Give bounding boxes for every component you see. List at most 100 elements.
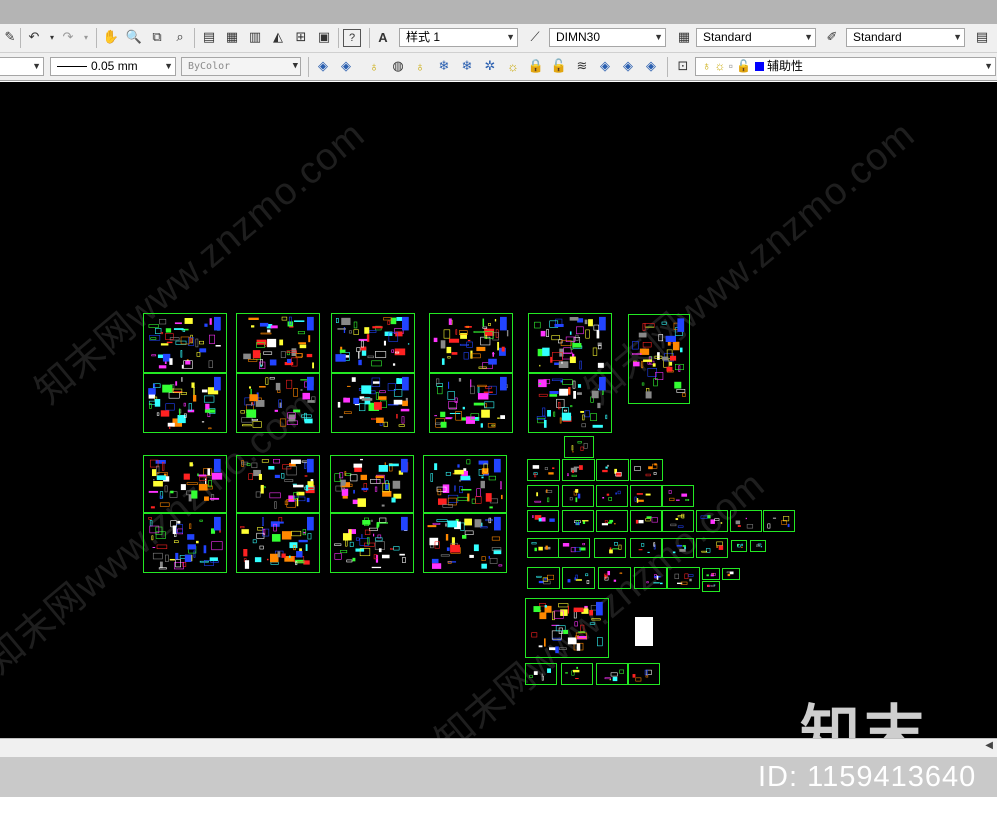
drawing-sheet[interactable]	[662, 538, 694, 558]
layer-unisolate-icon[interactable]: ♁	[410, 56, 430, 76]
lineweight-select[interactable]: 0.05 mm ▼	[50, 57, 176, 76]
drawing-sheet[interactable]	[562, 510, 594, 532]
zoom-window-icon[interactable]: ⧉	[147, 27, 167, 47]
drawing-sheet[interactable]	[564, 436, 594, 458]
drawing-sheet[interactable]	[527, 567, 560, 589]
layer-match-icon[interactable]: ≋	[572, 56, 592, 76]
undo-icon[interactable]: ↶	[24, 27, 44, 47]
markup-set-icon[interactable]: ⊞	[291, 27, 311, 47]
sheet-set-icon[interactable]: ◭	[268, 27, 288, 47]
drawing-sheet[interactable]	[525, 598, 609, 658]
scroll-left-icon[interactable]: ◀	[985, 740, 993, 751]
drawing-sheet[interactable]	[596, 663, 628, 685]
layer-thaw-icon[interactable]: ❄	[457, 56, 477, 76]
drawing-sheet[interactable]	[331, 313, 415, 373]
layer-manager-icon[interactable]: ⊡	[673, 56, 693, 76]
drawing-sheet[interactable]	[331, 373, 415, 433]
drawing-sheet[interactable]	[630, 510, 662, 532]
drawing-sheet[interactable]	[429, 373, 513, 433]
drawing-sheet[interactable]	[696, 538, 728, 558]
drawing-sheet[interactable]	[527, 459, 560, 481]
drawing-sheet[interactable]	[527, 510, 559, 532]
drawing-sheet[interactable]	[236, 513, 320, 573]
drawing-sheet[interactable]	[750, 540, 766, 552]
drawing-sheet[interactable]	[634, 567, 667, 589]
layer-state-icon[interactable]: ◈	[336, 56, 356, 76]
layer-on-icon[interactable]: ♁	[364, 56, 384, 76]
drawing-sheet[interactable]	[596, 485, 628, 507]
drawing-sheet[interactable]	[662, 485, 694, 507]
pan-icon[interactable]: ✋	[101, 27, 121, 47]
drawing-sheet[interactable]	[596, 459, 629, 481]
drawing-sheet[interactable]	[236, 373, 320, 433]
drawing-sheet[interactable]	[525, 663, 557, 685]
dimension-style-icon[interactable]: ⟋	[525, 27, 545, 47]
drawing-sheet[interactable]	[558, 538, 590, 558]
drawing-sheet[interactable]	[628, 663, 660, 685]
zoom-realtime-icon[interactable]: 🔍	[124, 27, 144, 47]
drawing-sheet[interactable]	[628, 314, 690, 404]
drawing-sheet[interactable]	[429, 313, 513, 373]
drawing-sheet[interactable]	[763, 510, 795, 532]
drawing-sheet[interactable]	[528, 373, 612, 433]
drawing-sheet[interactable]	[143, 513, 227, 573]
table-style-select[interactable]: Standard ▼	[696, 28, 816, 47]
redo-dropdown-icon[interactable]: ▾	[76, 27, 96, 47]
multileader-style-icon[interactable]: ✐	[822, 27, 842, 47]
drawing-sheet[interactable]	[236, 313, 320, 373]
drawing-sheet[interactable]	[731, 540, 747, 552]
match-properties-icon[interactable]: ✎	[0, 27, 20, 47]
drawing-sheet[interactable]	[662, 510, 694, 532]
drawing-sheet[interactable]	[722, 568, 740, 580]
drawing-sheet[interactable]	[630, 459, 663, 481]
layer-copy-icon[interactable]: ◈	[618, 56, 638, 76]
design-center-icon[interactable]: ▦	[222, 27, 242, 47]
drawing-sheet[interactable]	[594, 538, 626, 558]
drawing-sheet[interactable]	[423, 513, 507, 573]
layer-select[interactable]: ♁ ☼ ▫ 🔓 辅助性 ▼	[695, 57, 996, 76]
text-style-icon[interactable]: A	[373, 27, 393, 47]
layer-vpfreeze-icon[interactable]: ✲	[480, 56, 500, 76]
drawing-sheet[interactable]	[527, 485, 559, 507]
multileader-style-select[interactable]: Standard ▼	[846, 28, 965, 47]
tool-palettes-icon[interactable]: ▥	[245, 27, 265, 47]
drawing-sheet[interactable]	[562, 567, 595, 589]
drawing-sheet[interactable]	[562, 459, 595, 481]
drawing-sheet[interactable]	[527, 538, 559, 558]
layer-unlock-icon[interactable]: 🔓	[549, 56, 569, 76]
drawing-sheet[interactable]	[561, 663, 593, 685]
layer-sun-icon[interactable]: ☼	[503, 56, 523, 76]
horizontal-scrollbar[interactable]: ◀	[0, 738, 997, 757]
drawing-sheet[interactable]	[330, 455, 414, 513]
drawing-sheet[interactable]	[667, 567, 700, 589]
drawing-sheet[interactable]	[630, 538, 662, 558]
layer-isolate-icon[interactable]: ◍	[388, 56, 408, 76]
linetype-select[interactable]: ▼	[0, 57, 44, 76]
layer-change-icon[interactable]: ◈	[595, 56, 615, 76]
drawing-sheet[interactable]	[330, 513, 414, 573]
drawing-sheet[interactable]	[143, 313, 227, 373]
drawing-block[interactable]	[635, 617, 653, 646]
drawing-sheet[interactable]	[702, 581, 720, 592]
drawing-sheet[interactable]	[730, 510, 762, 532]
properties-icon[interactable]: ▤	[199, 27, 219, 47]
zoom-previous-icon[interactable]: ⌕	[170, 27, 190, 47]
drawing-sheet[interactable]	[562, 485, 594, 507]
layer-properties-icon[interactable]: ◈	[313, 56, 333, 76]
drawing-canvas[interactable]: 知末网www.znzmo.com 知末网www.znzmo.com 知末网www…	[0, 82, 997, 738]
text-style-select[interactable]: 样式 1 ▼	[399, 28, 518, 47]
help-icon[interactable]: ?	[343, 29, 361, 47]
redo-icon[interactable]: ↷	[58, 27, 78, 47]
drawing-sheet[interactable]	[596, 510, 628, 532]
drawing-sheet[interactable]	[528, 313, 612, 373]
drawing-sheet[interactable]	[236, 455, 320, 513]
dimension-style-select[interactable]: DIMN30 ▼	[549, 28, 666, 47]
workspace-icon[interactable]: ▤	[972, 27, 992, 47]
drawing-sheet[interactable]	[143, 373, 227, 433]
quickcalc-icon[interactable]: ▣	[314, 27, 334, 47]
drawing-sheet[interactable]	[630, 485, 662, 507]
drawing-sheet[interactable]	[598, 567, 631, 589]
drawing-sheet[interactable]	[143, 455, 227, 513]
layer-lock-icon[interactable]: 🔒	[526, 56, 546, 76]
layer-freeze-icon[interactable]: ❄	[434, 56, 454, 76]
